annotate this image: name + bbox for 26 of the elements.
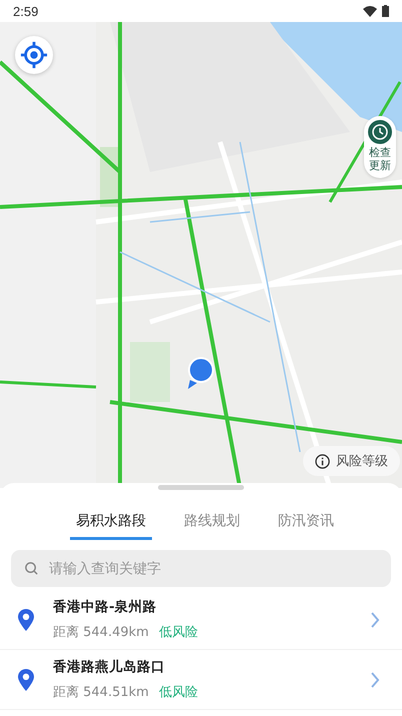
road-name: 香港路燕儿岛路口 [53,658,166,676]
drag-handle[interactable] [158,485,244,490]
chevron-right-icon [370,672,380,688]
tab[interactable]: 路线规划 [178,512,246,540]
search-field[interactable]: 请输入查询关键字 [11,550,391,587]
check-update-button[interactable]: 检查更新 [364,116,396,178]
chevron-right-icon [370,612,380,628]
road-name: 香港中路-泉州路 [53,598,158,616]
tab[interactable]: 易积水路段 [70,512,152,540]
risk-label: 低风险 [158,684,198,701]
risk-level-button[interactable]: 风险等级 [303,446,400,476]
crosshair-icon [20,41,48,69]
tab[interactable]: 防汛资讯 [272,512,340,540]
wifi-icon [363,6,377,16]
status-time: 2:59 [13,4,38,18]
clock-icon [368,120,392,144]
distance-text: 距离 544.49km [53,624,149,641]
info-icon [315,454,330,468]
distance-text: 距离 544.51km [53,684,149,701]
risk-label: 低风险 [158,624,198,641]
road-list-item[interactable]: 香港中路-泉州路 距离 544.49km 低风险 [0,590,402,650]
location-pin-icon [18,668,34,690]
location-marker-icon [186,356,214,390]
road-list-item[interactable]: 香港路燕儿岛路口 距离 544.51km 低风险 [0,650,402,710]
location-pin-icon [18,608,34,630]
battery-icon [382,5,389,17]
